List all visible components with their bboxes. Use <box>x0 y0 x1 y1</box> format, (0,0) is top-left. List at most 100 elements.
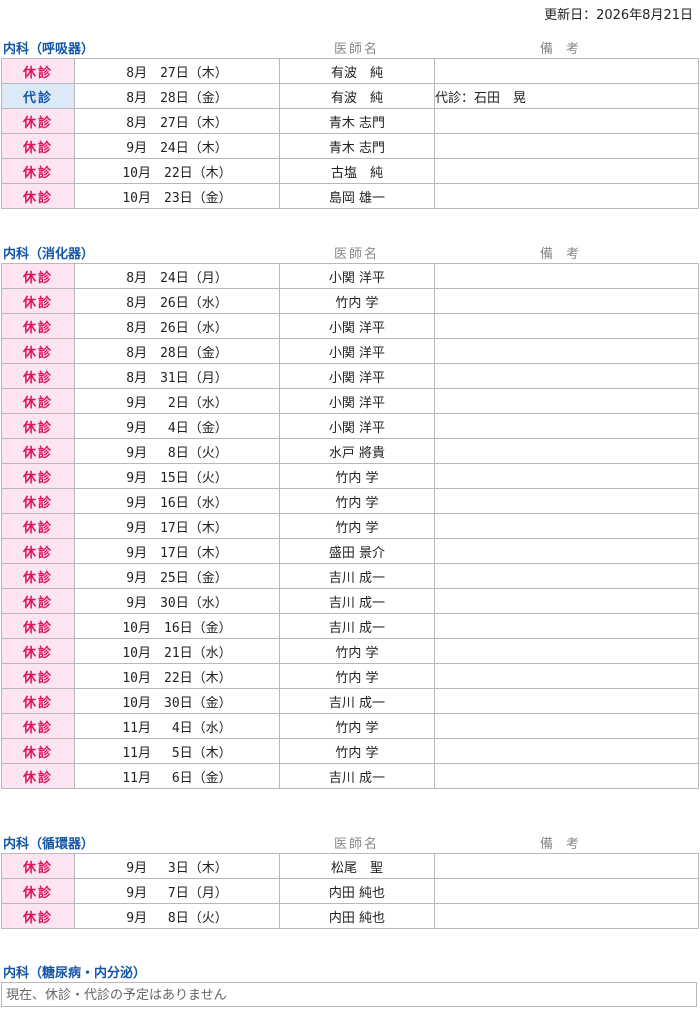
status-badge: 休診 <box>1 263 75 289</box>
status-badge: 休診 <box>1 878 75 904</box>
note-cell <box>434 158 699 184</box>
date-cell: 11月 5日（木） <box>74 738 280 764</box>
doctor-cell: 吉川 成一 <box>279 613 435 639</box>
doctor-cell: 内田 純也 <box>279 903 435 929</box>
doctor-cell: 小関 洋平 <box>279 313 435 339</box>
note-column-header: 備 考 <box>540 42 580 57</box>
updated-date: 更新日：2026年8月21日 <box>544 8 693 23</box>
dept-title: 内科（循環器） <box>3 837 95 852</box>
doctor-cell: 松尾 聖 <box>279 853 435 879</box>
note-cell <box>434 58 699 84</box>
doctor-cell: 竹内 学 <box>279 713 435 739</box>
schedule-table: 休診 8月 24日（月） 小関 洋平 休診 8月 26日（水） 竹内 学休診 8月 26日（… <box>1 263 699 789</box>
status-badge: 休診 <box>1 853 75 879</box>
schedule-table: 休診 9月 3日（木） 松尾 聖休診 9月 7日（月） 内田 純也 休診 9月 8日（火）内… <box>1 853 699 929</box>
table-row: 休診 9月 24日（木） 青木 志門 <box>1 133 699 159</box>
status-badge: 休診 <box>1 903 75 929</box>
doctor-cell: 青木 志門 <box>279 133 435 159</box>
date-cell: 9月 15日（火） <box>74 463 280 489</box>
note-cell: 代診：石田 晃 <box>434 83 699 109</box>
note-cell <box>434 538 699 564</box>
date-cell: 8月 28日（金） <box>74 338 280 364</box>
table-row: 休診 11月 6日（金） 吉川 成一 <box>1 763 699 789</box>
note-cell <box>434 338 699 364</box>
note-cell <box>434 588 699 614</box>
table-row: 休診 9月 3日（木） 松尾 聖 <box>1 853 699 879</box>
status-badge: 休診 <box>1 463 75 489</box>
date-cell: 10月 21日（水） <box>74 638 280 664</box>
table-row: 休診 9月 7日（月） 内田 純也 <box>1 878 699 904</box>
date-cell: 11月 6日（金） <box>74 763 280 789</box>
table-row: 休診 9月 8日（火） 内田 純也 <box>1 903 699 929</box>
table-row: 休診 10月 23日（金） 島岡 雄一 <box>1 183 699 209</box>
doctor-cell: 吉川 成一 <box>279 563 435 589</box>
note-cell <box>434 763 699 789</box>
doctor-cell: 小関 洋平 <box>279 263 435 289</box>
section-header: 内科（循環器） 医師名 備 考 <box>0 833 700 853</box>
date-cell: 10月 23日（金） <box>74 183 280 209</box>
status-badge: 休診 <box>1 288 75 314</box>
doctor-cell: 小関 洋平 <box>279 338 435 364</box>
note-cell <box>434 713 699 739</box>
date-cell: 9月 17日（木） <box>74 538 280 564</box>
date-cell: 8月 31日（月） <box>74 363 280 389</box>
status-badge: 休診 <box>1 313 75 339</box>
date-cell: 8月 27日（木） <box>74 58 280 84</box>
date-cell: 9月 4日（金） <box>74 413 280 439</box>
table-row: 休診 10月 21日（水） 竹内 学 <box>1 638 699 664</box>
note-cell <box>434 903 699 929</box>
doctor-cell: 小関 洋平 <box>279 363 435 389</box>
doctor-cell: 盛田 景介 <box>279 538 435 564</box>
note-cell <box>434 108 699 134</box>
table-row: 代診 8月 28日（金） 有波 純代診：石田 晃 <box>1 83 699 109</box>
table-row: 休診 11月 4日（水） 竹内 学 <box>1 713 699 739</box>
note-cell <box>434 438 699 464</box>
no-schedule-message: 現在、休診・代診の予定はありません <box>1 982 697 1007</box>
status-badge: 休診 <box>1 58 75 84</box>
table-row: 休診 9月 2日（水） 小関 洋平 <box>1 388 699 414</box>
doctor-cell: 有波 純 <box>279 58 435 84</box>
dept-title: 内科（消化器） <box>3 247 95 262</box>
doctor-cell: 古塩 純 <box>279 158 435 184</box>
table-row: 休診 8月 26日（水） 竹内 学 <box>1 288 699 314</box>
date-cell: 9月 25日（金） <box>74 563 280 589</box>
doctor-cell: 小関 洋平 <box>279 413 435 439</box>
date-cell: 9月 8日（火） <box>74 903 280 929</box>
doctor-column-header: 医師名 <box>334 42 380 57</box>
dept-title: 内科（糖尿病・内分泌） <box>3 966 147 981</box>
status-badge: 休診 <box>1 763 75 789</box>
status-badge: 休診 <box>1 513 75 539</box>
table-row: 休診 10月 22日（木） 竹内 学 <box>1 663 699 689</box>
note-cell <box>434 853 699 879</box>
date-cell: 9月 2日（水） <box>74 388 280 414</box>
doctor-cell: 吉川 成一 <box>279 763 435 789</box>
status-badge: 休診 <box>1 713 75 739</box>
note-column-header: 備 考 <box>540 247 580 262</box>
status-badge: 休診 <box>1 388 75 414</box>
note-cell <box>434 613 699 639</box>
doctor-cell: 竹内 学 <box>279 513 435 539</box>
table-row: 休診 8月 24日（月） 小関 洋平 <box>1 263 699 289</box>
date-cell: 8月 26日（水） <box>74 288 280 314</box>
table-row: 休診 8月 28日（金） 小関 洋平 <box>1 338 699 364</box>
status-badge: 休診 <box>1 133 75 159</box>
table-row: 休診 10月 22日（木） 古塩 純 <box>1 158 699 184</box>
date-cell: 9月 24日（木） <box>74 133 280 159</box>
section-header: 内科（消化器） 医師名 備 考 <box>0 243 700 263</box>
table-row: 休診 8月 27日（木） 有波 純 <box>1 58 699 84</box>
doctor-cell: 水戸 將貴 <box>279 438 435 464</box>
date-cell: 8月 27日（木） <box>74 108 280 134</box>
date-cell: 10月 22日（木） <box>74 158 280 184</box>
note-cell <box>434 463 699 489</box>
note-cell <box>434 663 699 689</box>
status-badge: 休診 <box>1 158 75 184</box>
status-badge: 休診 <box>1 588 75 614</box>
date-cell: 11月 4日（水） <box>74 713 280 739</box>
date-cell: 10月 16日（金） <box>74 613 280 639</box>
status-badge: 休診 <box>1 438 75 464</box>
section-header: 内科（呼吸器） 医師名 備 考 <box>0 38 700 58</box>
section-diabetes: 内科（糖尿病・内分泌） 現在、休診・代診の予定はありません <box>0 962 700 1007</box>
table-row: 休診 8月 27日（木） 青木 志門 <box>1 108 699 134</box>
section-2: 内科（循環器） 医師名備 考休診 9月 3日（木） 松尾 聖休診 9月 7日（月） 内田 … <box>0 833 700 929</box>
table-row: 休診 9月 16日（水） 竹内 学 <box>1 488 699 514</box>
